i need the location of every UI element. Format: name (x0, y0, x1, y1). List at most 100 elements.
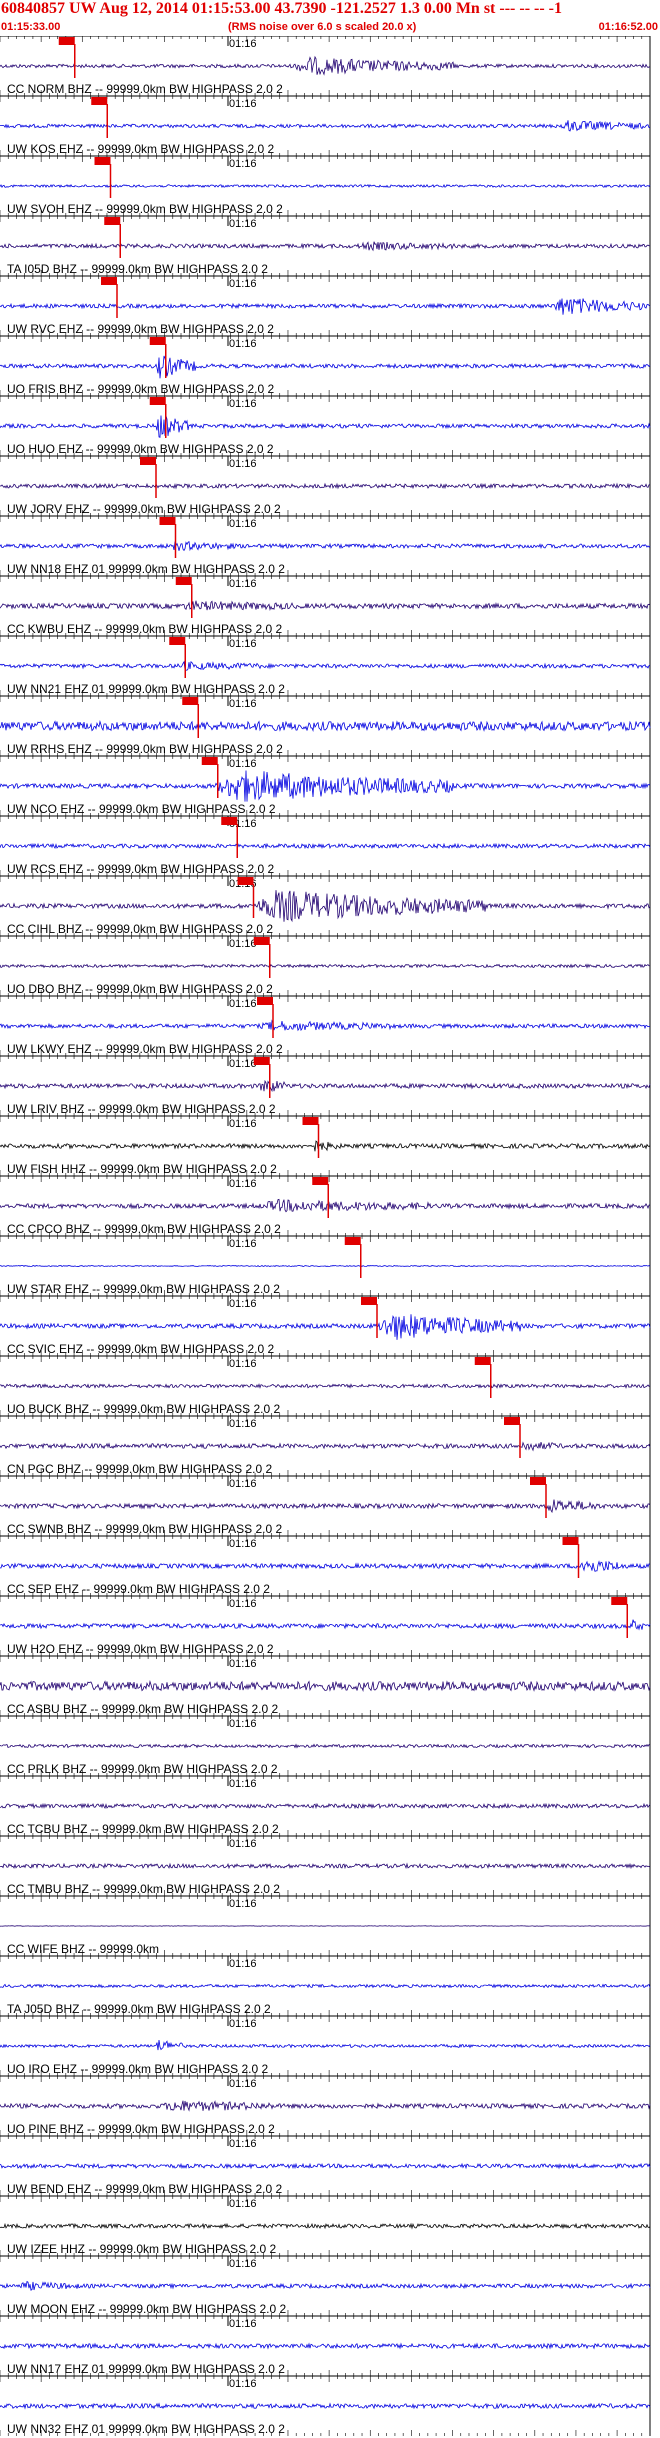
waveform-trace (0, 1198, 651, 1213)
waveform-trace (0, 1079, 651, 1093)
minute-label: 01:16 (229, 1058, 257, 1070)
trace-panel: 01:16 UW LRIV BHZ -- 99999.0km BW HIGHPAS… (0, 1055, 651, 1116)
trace-panel: 01:16 CC KWBU EHZ -- 99999.0km BW HIGHPAS… (0, 575, 651, 636)
minute-label: 01:16 (229, 1538, 257, 1550)
pick-flag (474, 1357, 491, 1365)
pick-flag (91, 97, 108, 105)
station-label: UW RRHS EHZ -- 99999.0km BW HIGHPASS 2.0… (7, 742, 283, 756)
pick-flag (562, 1537, 579, 1545)
station-label: CC SWNB BHZ -- 99999.0km BW HIGHPASS 2.0… (7, 1522, 283, 1536)
minute-label: 01:16 (229, 1298, 257, 1310)
trace-panel: 01:16 UW H2O EHZ -- 99999.0km BW HIGHPASS… (0, 1595, 651, 1656)
pick-flag (361, 1297, 377, 1305)
waveform-trace (0, 770, 651, 802)
trace-panel: 01:16CC CIHL BHZ -- 99999.0km BW HIGHPAS… (0, 875, 651, 936)
waveform-trace (0, 1441, 651, 1452)
trace-panel: 01:16 UW STAR EHZ -- 99999.0km BW HIGHPAS… (0, 1235, 651, 1296)
minute-label: 01:16 (229, 278, 257, 290)
waveform-trace (0, 720, 651, 732)
station-label: CC CPCO BHZ -- 99999.0km BW HIGHPASS 2.0… (7, 1222, 281, 1236)
waveform-trace (0, 1743, 651, 1749)
waveform-trace (0, 120, 651, 132)
pick-flag (101, 277, 117, 285)
trace-panel: 01:16 UW NN18 EHZ 01 99999.0km BW HIGHPAS… (0, 515, 651, 576)
trace-panel: 01:16 CC SWNB BHZ -- 99999.0km BW HIGHPAS… (0, 1475, 651, 1536)
pick-flag (58, 37, 75, 45)
trace-panel: 01:16 CC SVIC EHZ -- 99999.0km BW HIGHPAS… (0, 1295, 651, 1356)
station-label: UW LKWY EHZ -- 99999.0km BW HIGHPASS 2.0… (7, 1042, 283, 1056)
station-label: UO BUCK BHZ -- 99999.0km BW HIGHPASS 2.0… (7, 1402, 281, 1416)
minute-label: 01:16 (229, 1418, 257, 1430)
station-label: CC ASBU BHZ -- 99999.0km BW HIGHPASS 2.0… (7, 1702, 279, 1716)
trace-panel: 01:16 UW RRHS EHZ -- 99999.0km BW HIGHPAS… (0, 695, 651, 756)
station-label: UW H2O EHZ -- 99999.0km BW HIGHPASS 2.0 … (7, 1642, 274, 1656)
scaling-note: (RMS noise over 6.0 s scaled 20.0 x) (228, 21, 417, 33)
waveform-trace (0, 482, 651, 490)
waveform-trace (0, 355, 651, 379)
minute-label: 01:16 (229, 518, 257, 530)
waveform-trace (0, 842, 651, 850)
pick-flag (530, 1477, 546, 1485)
waveform-trace (0, 1264, 651, 1268)
pick-flag (257, 997, 273, 1005)
station-label: UW LRIV BHZ -- 99999.0km BW HIGHPASS 2.0… (7, 1102, 276, 1116)
minute-label: 01:16 (229, 158, 257, 170)
minute-label: 01:16 (229, 1118, 257, 1130)
trace-panel: 01:16 CC NORM BHZ -- 99999.0km BW HIGHPAS… (0, 36, 651, 96)
station-label: CC SEP EHZ -- 99999.0km BW HIGHPASS 2.0 … (7, 1582, 270, 1596)
station-label: UW RCS EHZ -- 99999.0km BW HIGHPASS 2.0 … (7, 862, 275, 876)
minute-label: 01:16 (229, 698, 257, 710)
minute-label: 01:16 (229, 1238, 257, 1250)
pick-flag (312, 1177, 329, 1185)
pick-flag (149, 337, 166, 345)
record-header: 60840857 UW Aug 12, 2014 01:15:53.00 43.… (0, 0, 660, 36)
trace-panel: 01:16 UO FRIS BHZ -- 99999.0km BW HIGHPAS… (0, 335, 651, 396)
minute-label: 01:16 (229, 38, 257, 50)
station-label: UW FISH HHZ -- 99999.0km BW HIGHPASS 2.0… (7, 1162, 277, 1176)
waveform-trace (0, 1680, 651, 1692)
waveform-trace (0, 1560, 651, 1572)
trace-panel: 01:16 CC CPCO BHZ -- 99999.0km BW HIGHPAS… (0, 1175, 651, 1236)
station-label: UW NN21 EHZ 01 99999.0km BW HIGHPASS 2.0… (7, 682, 285, 696)
station-label: CN PGC BHZ -- 99999.0km BW HIGHPASS 2.0 … (7, 1462, 273, 1476)
minute-label: 01:16 (229, 1358, 257, 1370)
station-label: CC KWBU EHZ -- 99999.0km BW HIGHPASS 2.0… (7, 622, 283, 636)
trace-panel: 01:16 UO DBO BHZ -- 99999.0km BW HIGHPASS… (0, 935, 651, 996)
minute-label: 01:16 (229, 1598, 257, 1610)
waveform-trace (0, 890, 651, 923)
waveform-trace (0, 963, 651, 969)
trace-panel: 01:16 UW NN21 EHZ 01 99999.0km BW HIGHPAS… (0, 635, 651, 696)
station-label: UO DBO BHZ -- 99999.0km BW HIGHPASS 2.0 … (7, 982, 273, 996)
pick-flag (159, 517, 176, 525)
pick-flag (504, 1417, 520, 1425)
pick-flag (253, 1057, 270, 1065)
waveform-trace (0, 1140, 651, 1152)
minute-label: 01:16 (229, 1658, 257, 1670)
trace-panel: 01:16 UO BUCK BHZ -- 99999.0km BW HIGHPAS… (0, 1355, 651, 1416)
station-label: UW RVC EHZ -- 99999.0km BW HIGHPASS 2.0 … (7, 322, 274, 336)
waveform-trace (0, 1499, 651, 1514)
waveform-trace (0, 241, 651, 252)
station-label: UW NN18 EHZ 01 99999.0km BW HIGHPASS 2.0… (7, 562, 285, 576)
minute-label: 01:16 (229, 998, 257, 1010)
trace-panel: 01:16 CC ASBU BHZ -- 99999.0km BW HIGHPAS… (0, 1655, 651, 1716)
pick-flag (237, 877, 254, 885)
station-label: UW SVOH EHZ -- 99999.0km BW HIGHPASS 2.0… (7, 202, 283, 216)
pick-flag (201, 757, 218, 765)
trace-panel: 01:16 UW JORV EHZ -- 99999.0km BW HIGHPAS… (0, 455, 651, 516)
station-label: TA I05D BHZ -- 99999.0km BW HIGHPASS 2.0… (7, 262, 268, 276)
waveform-trace (0, 600, 651, 612)
end-time: 01:16:52.00 (598, 21, 658, 33)
pick-flag (182, 697, 199, 705)
minute-label: 01:16 (229, 758, 257, 770)
minute-label: 01:16 (229, 1718, 257, 1730)
trace-panel: 01:16 CC PRLK BHZ -- 99999.0km BW HIGHPAS… (0, 1715, 651, 1776)
trace-panel: 01:16 UW LKWY EHZ -- 99999.0km BW HIGHPAS… (0, 995, 651, 1056)
waveform-trace (0, 1619, 651, 1631)
station-label: CC CIHL BHZ -- 99999.0km BW HIGHPASS 2.0… (7, 922, 273, 936)
waveform-trace (0, 1383, 651, 1389)
trace-panel: 01:16UW RCS EHZ -- 99999.0km BW HIGHPASS… (0, 815, 651, 876)
station-label: CC PRLK BHZ -- 99999.0km BW HIGHPASS 2.0… (7, 1762, 278, 1776)
pick-flag (140, 457, 156, 465)
trace-panel: 01:16 TA I05D BHZ -- 99999.0km BW HIGHPAS… (0, 215, 651, 276)
